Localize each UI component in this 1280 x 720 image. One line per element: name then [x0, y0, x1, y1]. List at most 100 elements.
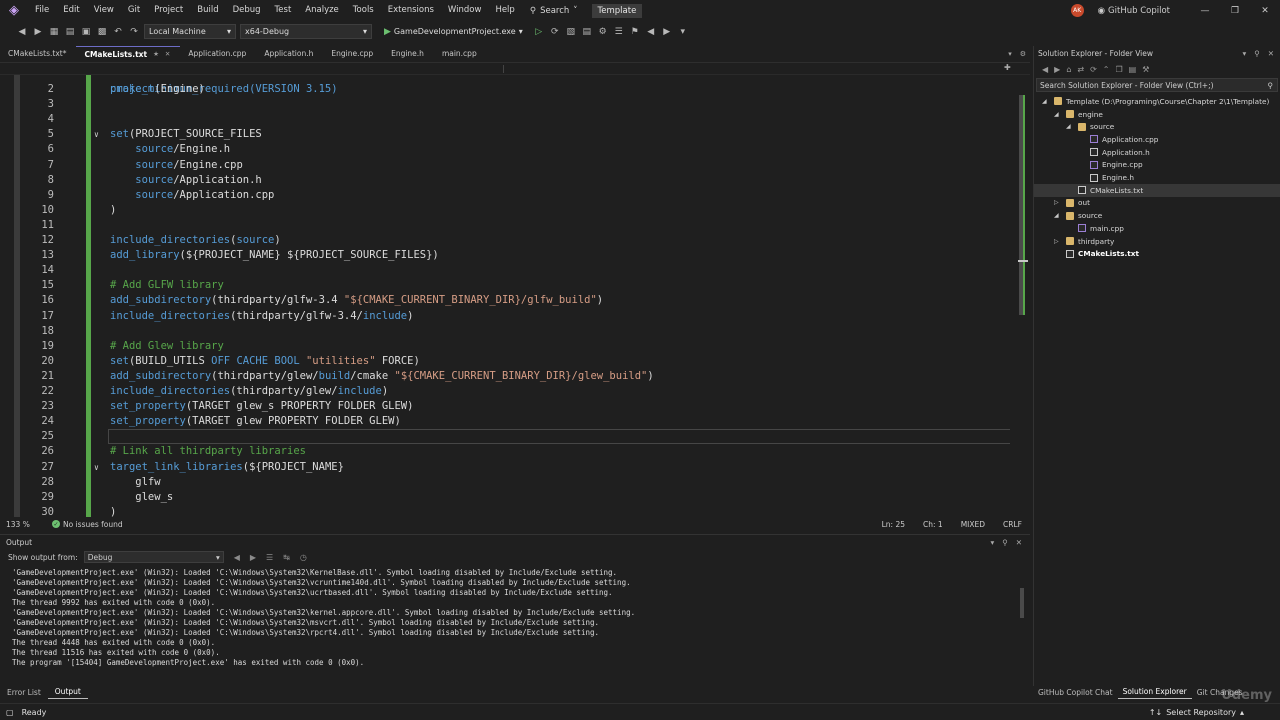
save-icon[interactable]: ▣ — [80, 27, 92, 37]
menu-item-build[interactable]: Build — [190, 0, 225, 21]
menu-item-debug[interactable]: Debug — [226, 0, 268, 21]
refresh-icon[interactable]: ⟳ — [549, 27, 561, 37]
undo-icon[interactable]: ↶ — [112, 27, 124, 37]
tree-item[interactable]: ▷ out — [1034, 197, 1280, 210]
tab-solution-explorer[interactable]: Solution Explorer — [1117, 685, 1192, 699]
chevron-down-icon[interactable]: ▾ — [990, 538, 994, 547]
collapse-all-icon[interactable]: ⌃ — [1103, 65, 1110, 74]
document-tab[interactable]: CMakeLists.txt* — [0, 46, 76, 61]
preview-icon[interactable]: ▤ — [1129, 65, 1137, 74]
expanded-arrow-icon[interactable]: ◢ — [1042, 98, 1050, 105]
chevron-down-icon[interactable]: ▾ — [1242, 49, 1246, 58]
next-message-icon[interactable]: ▶ — [250, 553, 256, 562]
horizontal-scrollbar[interactable] — [184, 521, 884, 527]
tree-item[interactable]: ◢ source — [1034, 209, 1280, 222]
document-tab[interactable]: Application.h — [256, 46, 323, 61]
output-source-dropdown[interactable]: Debug ▾ — [83, 551, 224, 563]
split-icon[interactable]: ✚ — [1004, 63, 1011, 72]
menu-item-project[interactable]: Project — [147, 0, 190, 21]
home-icon[interactable]: ⌂ — [1066, 65, 1071, 74]
output-text[interactable]: 'GameDevelopmentProject.exe' (Win32): Lo… — [0, 568, 1016, 686]
menu-item-edit[interactable]: Edit — [56, 0, 86, 21]
tab-overflow-icon[interactable]: ▾ — [1008, 50, 1012, 58]
document-tab[interactable]: main.cpp — [434, 46, 487, 61]
vertical-scrollbar[interactable] — [1016, 75, 1030, 517]
expanded-arrow-icon[interactable]: ◢ — [1054, 212, 1062, 219]
menu-item-test[interactable]: Test — [268, 0, 299, 21]
pin-icon[interactable]: ⚲ — [1254, 49, 1260, 58]
solution-name-badge[interactable]: Template — [591, 3, 643, 18]
forward-icon[interactable]: ▶ — [1054, 65, 1060, 74]
show-all-files-icon[interactable]: ❐ — [1116, 65, 1123, 74]
tree-item[interactable]: Application.h — [1034, 146, 1280, 159]
switch-views-icon[interactable]: ⇄ — [1077, 65, 1084, 74]
select-repository-button[interactable]: ↑↓ Select Repository ▴ — [1149, 708, 1244, 717]
configuration-dropdown[interactable]: x64-Debug ▾ — [240, 24, 372, 39]
close-icon[interactable]: ✕ — [165, 50, 170, 58]
maximize-button[interactable]: ❐ — [1220, 6, 1250, 16]
start-without-debugging-icon[interactable]: ▷ — [533, 27, 545, 37]
menu-item-tools[interactable]: Tools — [346, 0, 381, 21]
bookmark-icon[interactable]: ⚑ — [629, 27, 641, 37]
scrollbar-thumb[interactable] — [1019, 95, 1025, 315]
copilot-button[interactable]: ◉ GitHub Copilot — [1098, 6, 1170, 16]
tree-item[interactable]: CMakeLists.txt — [1034, 183, 1280, 197]
scrollbar-thumb[interactable] — [1020, 588, 1024, 618]
bookmark-next-icon[interactable]: ▶ — [661, 27, 673, 37]
line-ending[interactable]: CRLF — [1003, 520, 1022, 529]
menu-item-view[interactable]: View — [87, 0, 121, 21]
back-icon[interactable]: ◀ — [1042, 65, 1048, 74]
fold-chevron-icon[interactable]: ∨ — [94, 127, 99, 142]
wrench-icon[interactable]: ⚒ — [1142, 65, 1149, 74]
minimize-button[interactable]: — — [1190, 6, 1220, 16]
document-tab[interactable]: Application.cpp — [180, 46, 256, 61]
find-message-icon[interactable]: ◀ — [234, 553, 240, 562]
menu-item-extensions[interactable]: Extensions — [381, 0, 441, 21]
document-tab[interactable]: Engine.cpp — [323, 46, 383, 61]
tree-item[interactable]: main.cpp — [1034, 222, 1280, 235]
solution-search-input[interactable]: Search Solution Explorer - Folder View (… — [1036, 78, 1278, 92]
clear-all-icon[interactable]: ☰ — [266, 553, 273, 562]
tree-item[interactable]: ▷ thirdparty — [1034, 235, 1280, 248]
tree-item[interactable]: Engine.cpp — [1034, 159, 1280, 172]
forward-icon[interactable]: ▶ — [32, 27, 44, 37]
close-icon[interactable]: ✕ — [1268, 49, 1274, 58]
close-button[interactable]: ✕ — [1250, 6, 1280, 16]
tree-item[interactable]: ◢ Template (D:\Programing\Course\Chapter … — [1034, 95, 1280, 108]
zoom-level[interactable]: 133 % — [0, 520, 52, 529]
solution-icon[interactable]: ▧ — [565, 27, 577, 37]
tab-mode[interactable]: MIXED — [961, 520, 985, 529]
save-all-icon[interactable]: ▩ — [96, 27, 108, 37]
document-tab[interactable]: CMakeLists.txt ★ ✕ — [76, 46, 181, 61]
expanded-arrow-icon[interactable]: ◢ — [1054, 111, 1062, 118]
collapsed-arrow-icon[interactable]: ▷ — [1054, 238, 1062, 245]
output-scrollbar[interactable] — [1018, 568, 1026, 676]
tools-icon[interactable]: ⚙ — [597, 27, 609, 37]
document-tab[interactable]: Engine.h — [383, 46, 434, 61]
format-icon[interactable]: ☰ — [613, 27, 625, 37]
tree-item[interactable]: ◢ source — [1034, 120, 1280, 133]
collapsed-arrow-icon[interactable]: ▷ — [1054, 199, 1062, 206]
tab-output[interactable]: Output — [47, 685, 88, 699]
settings-icon[interactable]: ⚙ — [1020, 50, 1026, 58]
search-menu[interactable]: ⚲ Search ˅ — [522, 6, 586, 16]
expanded-arrow-icon[interactable]: ◢ — [1066, 123, 1074, 130]
timestamp-icon[interactable]: ◷ — [300, 553, 307, 562]
fold-chevron-icon[interactable]: ∨ — [94, 460, 99, 475]
word-wrap-icon[interactable]: ↹ — [283, 553, 290, 562]
back-icon[interactable]: ◀ — [16, 27, 28, 37]
bookmark-prev-icon[interactable]: ◀ — [645, 27, 657, 37]
customize-icon[interactable]: ▾ — [677, 27, 689, 37]
pin-icon[interactable]: ⚲ — [1002, 538, 1008, 547]
tree-item[interactable]: CMakeLists.txt — [1034, 247, 1280, 260]
avatar[interactable]: AK — [1070, 4, 1084, 17]
pin-icon[interactable]: ★ — [153, 50, 159, 58]
menu-item-git[interactable]: Git — [121, 0, 147, 21]
menu-item-help[interactable]: Help — [488, 0, 521, 21]
tree-item[interactable]: Application.cpp — [1034, 133, 1280, 146]
menu-item-analyze[interactable]: Analyze — [298, 0, 346, 21]
new-item-icon[interactable]: ▦ — [48, 27, 60, 37]
menu-item-window[interactable]: Window — [441, 0, 489, 21]
issues-indicator[interactable]: ✓ No issues found — [52, 520, 172, 529]
debug-target-dropdown[interactable]: Local Machine ▾ — [144, 24, 236, 39]
